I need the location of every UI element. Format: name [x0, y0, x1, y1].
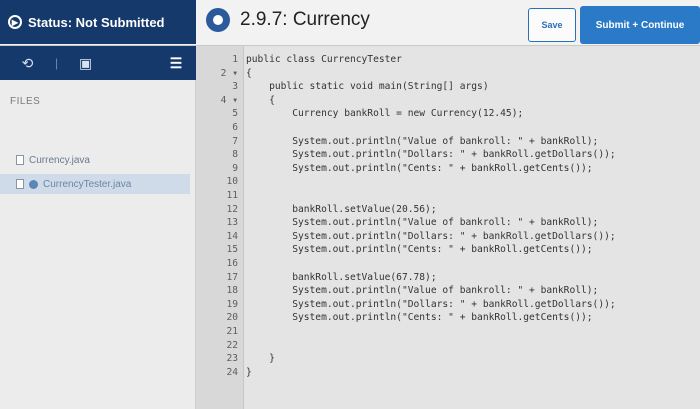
active-file-icon	[29, 179, 38, 189]
code-text: System.out.println("Value of bankroll: "…	[246, 135, 599, 147]
code-editor[interactable]: 1 public class CurrencyTester 2 ▾ {3 public…	[196, 46, 700, 409]
line-number: 8	[232, 149, 238, 161]
line-number: 19	[226, 298, 238, 310]
code-line[interactable]: 18 System.out.println("Value of bankroll…	[196, 285, 700, 296]
sidebar-tabs: ⟲ | ▣ ☰	[0, 46, 196, 80]
top-bar: ▶ Status: Not Submitted 2.9.7: Currency …	[0, 0, 700, 46]
submit-continue-button[interactable]: Submit + Continue	[580, 6, 700, 44]
line-number: 9	[232, 162, 238, 174]
line-number: 7	[232, 135, 238, 147]
line-number: 15	[226, 244, 238, 256]
code-text: System.out.println("Cents: " + bankRoll.…	[246, 244, 593, 256]
line-number: 18	[226, 285, 238, 297]
exercise-icon	[206, 8, 230, 32]
line-number: 1	[232, 54, 238, 65]
code-line[interactable]: 8 System.out.println("Dollars: " + bankR…	[196, 149, 700, 160]
code-line[interactable]: 22	[196, 340, 700, 351]
code-line[interactable]: 23 }	[196, 353, 700, 364]
code-text: {	[246, 94, 275, 106]
code-line[interactable]: 10	[196, 176, 700, 187]
code-line[interactable]: 17 bankRoll.setValue(67.78);	[196, 272, 700, 283]
code-line[interactable]: 21	[196, 326, 700, 337]
line-number: 20	[226, 312, 238, 324]
file-icon	[16, 179, 24, 189]
status-icon: ▶	[8, 15, 22, 29]
line-number: 13	[226, 217, 238, 229]
status-banner: ▶ Status: Not Submitted	[0, 0, 196, 44]
code-text: System.out.println("Cents: " + bankRoll.…	[246, 312, 593, 324]
line-number: 3	[232, 81, 238, 93]
code-text: public static void main(String[] args)	[246, 81, 489, 93]
code-line[interactable]: 4 ▾ {	[196, 95, 700, 106]
files-heading: FILES	[10, 96, 41, 107]
line-number: 14	[226, 230, 238, 242]
file-icon	[16, 155, 24, 165]
code-text: System.out.println("Dollars: " + bankRol…	[246, 149, 616, 161]
line-number: 5	[232, 108, 238, 120]
line-number: 6	[232, 122, 238, 133]
line-number: 16	[226, 258, 238, 269]
code-line[interactable]: 6	[196, 122, 700, 133]
code-text: {	[246, 67, 252, 79]
code-text: }	[246, 366, 252, 378]
code-text: }	[246, 353, 275, 365]
code-line[interactable]: 13 System.out.println("Value of bankroll…	[196, 217, 700, 228]
code-text: bankRoll.setValue(20.56);	[246, 203, 437, 215]
code-line[interactable]: 12 bankRoll.setValue(20.56);	[196, 204, 700, 215]
code-text: System.out.println("Cents: " + bankRoll.…	[246, 162, 593, 174]
code-text: System.out.println("Dollars: " + bankRol…	[246, 298, 616, 310]
file-item-currency-tester[interactable]: CurrencyTester.java	[0, 174, 190, 194]
code-line[interactable]: 24}	[196, 367, 700, 378]
code-text: Currency bankRoll = new Currency(12.45);	[246, 108, 524, 120]
file-name: Currency.java	[29, 154, 90, 166]
line-number: 22	[226, 339, 238, 351]
line-number: 17	[226, 271, 238, 283]
page-title: 2.9.7: Currency	[240, 9, 370, 30]
code-line[interactable]: 14 System.out.println("Dollars: " + bank…	[196, 231, 700, 242]
code-tab-icon[interactable]: ⟲	[0, 46, 55, 80]
list-tab-icon[interactable]: ☰	[156, 46, 196, 80]
code-line[interactable]: 9 System.out.println("Cents: " + bankRol…	[196, 163, 700, 174]
code-line[interactable]: 2 ▾ {	[196, 68, 700, 79]
code-text: System.out.println("Dollars: " + bankRol…	[246, 230, 616, 242]
title-group: 2.9.7: Currency	[206, 8, 370, 32]
code-line[interactable]: 7 System.out.println("Value of bankroll:…	[196, 136, 700, 147]
code-line[interactable]: 11	[196, 190, 700, 201]
code-text: System.out.println("Value of bankroll: "…	[246, 285, 599, 297]
line-number: 4 ▾	[220, 94, 238, 106]
line-number: 12	[226, 203, 238, 215]
line-number: 23	[226, 353, 238, 365]
line-number: 11	[226, 190, 238, 201]
code-text: System.out.println("Value of bankroll: "…	[246, 217, 599, 229]
file-item-currency[interactable]: Currency.java	[0, 150, 190, 170]
code-line[interactable]: 5 Currency bankRoll = new Currency(12.45…	[196, 108, 700, 119]
line-number: 2 ▾	[220, 67, 238, 79]
save-button[interactable]: Save	[528, 8, 576, 42]
line-number: 21	[226, 326, 238, 337]
code-text: bankRoll.setValue(67.78);	[246, 271, 437, 283]
code-line[interactable]: 1 public class CurrencyTester	[196, 54, 700, 65]
code-line[interactable]: 16	[196, 258, 700, 269]
status-text: Status: Not Submitted	[28, 14, 165, 30]
line-number: 10	[226, 176, 238, 188]
code-line[interactable]: 20 System.out.println("Cents: " + bankRo…	[196, 312, 700, 323]
file-name: CurrencyTester.java	[43, 178, 132, 190]
code-line[interactable]: 15 System.out.println("Cents: " + bankRo…	[196, 244, 700, 255]
sidebar: ⟲ | ▣ ☰ FILES Currency.java CurrencyTest…	[0, 46, 196, 409]
code-line[interactable]: 3 public static void main(String[] args)	[196, 81, 700, 92]
line-number: 24	[226, 366, 238, 378]
docs-tab-icon[interactable]: ▣	[58, 46, 113, 80]
code-line[interactable]: 19 System.out.println("Dollars: " + bank…	[196, 299, 700, 310]
code-text: public class CurrencyTester	[246, 54, 402, 65]
